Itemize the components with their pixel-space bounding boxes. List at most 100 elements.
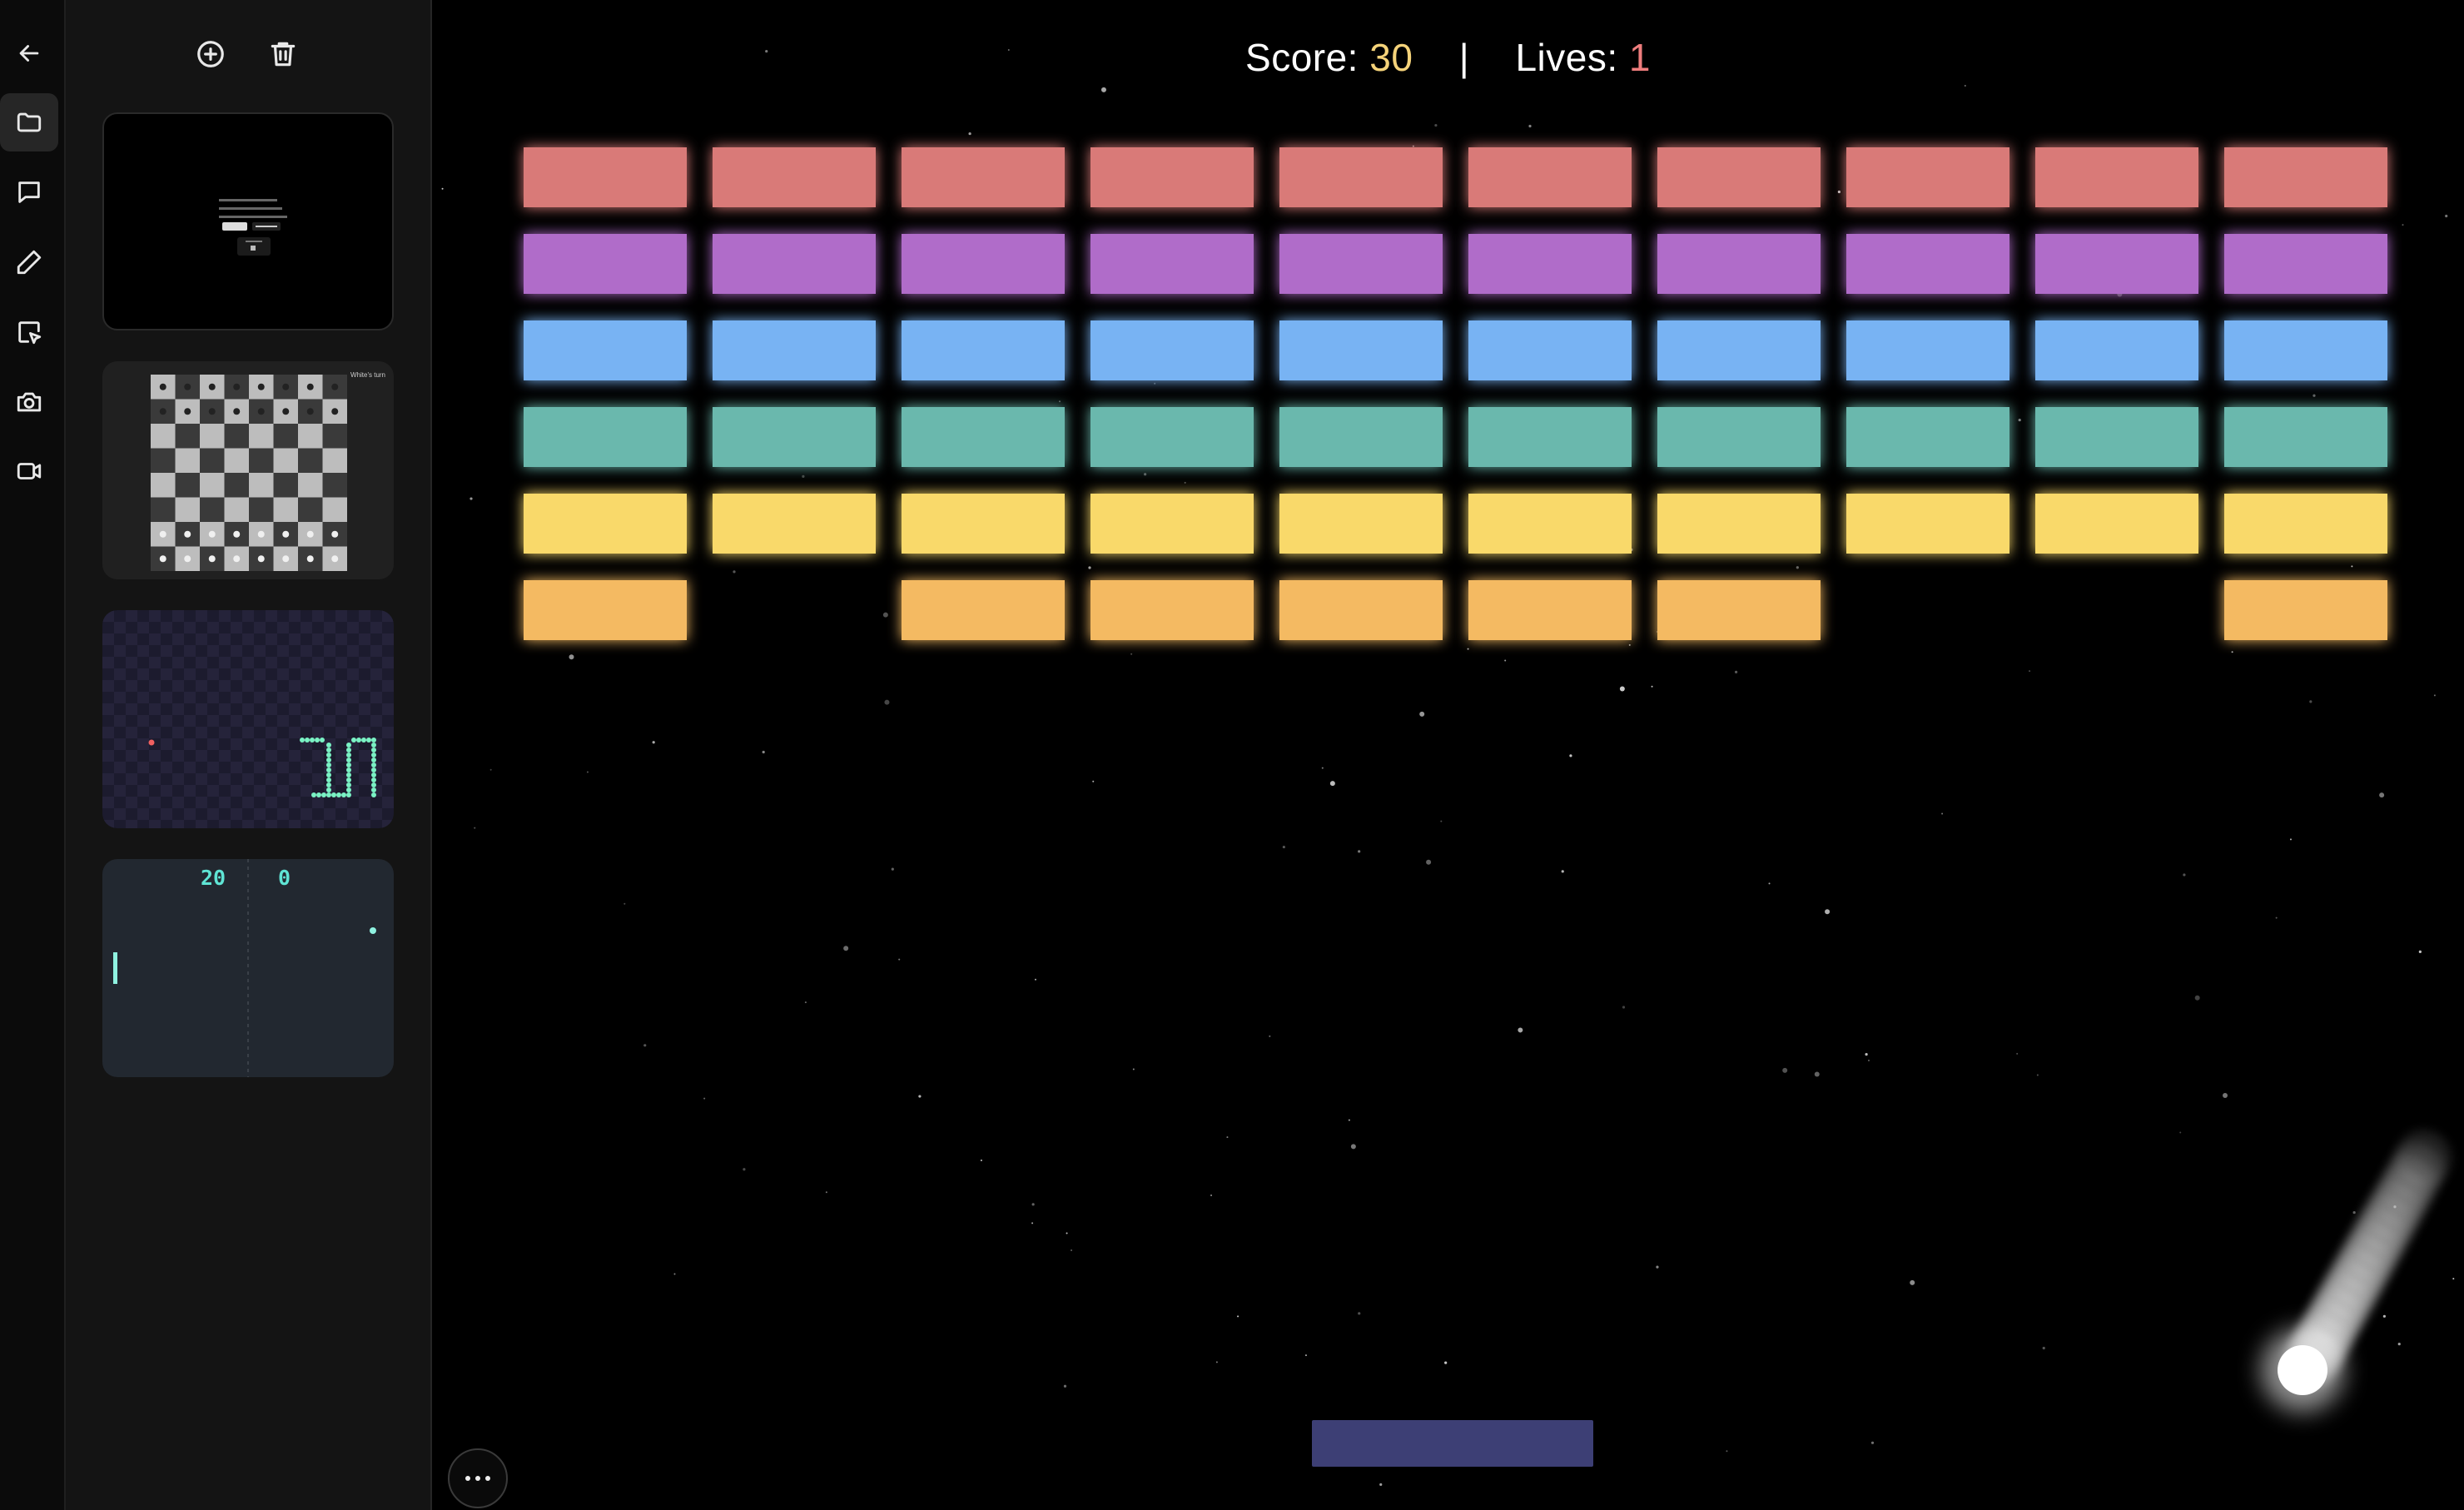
snake-grid-cell (207, 762, 219, 773)
chess-piece (257, 555, 265, 563)
snake-grid-cell (231, 762, 242, 773)
chess-piece (184, 408, 191, 415)
snake-grid-cell (184, 762, 196, 773)
snake-grid-cell (172, 680, 184, 692)
snake-segment (300, 738, 305, 743)
snake-segment (371, 787, 376, 792)
thumbnail-pong-game[interactable]: 20 0 (102, 859, 394, 1077)
snake-grid-cell (126, 657, 137, 668)
more-horizontal-icon (463, 1476, 493, 1481)
snake-grid-cell (172, 750, 184, 762)
snake-grid-cell (114, 668, 126, 680)
snake-grid-cell (289, 703, 301, 715)
snake-grid-cell (324, 668, 335, 680)
chess-piece (184, 530, 191, 538)
chess-piece (282, 408, 290, 415)
snake-segment (320, 738, 325, 743)
chat-bubble-icon (18, 181, 40, 203)
snake-grid-cell (335, 610, 347, 622)
snake-grid-cell (126, 750, 137, 762)
ball-with-trail (2261, 1130, 2452, 1412)
snake-segment (310, 738, 315, 743)
edit-button[interactable] (0, 233, 58, 291)
snake-segment (346, 753, 351, 757)
snake-grid-cell (149, 750, 161, 762)
chess-square (151, 424, 176, 449)
snake-grid-cell (126, 773, 137, 785)
snake-grid-cell (312, 773, 324, 785)
snake-grid-cell (242, 773, 254, 785)
snake-grid-cell (370, 668, 382, 680)
thumbnail-panel: White's turn 20 0 (66, 0, 432, 1510)
snake-grid-cell (242, 657, 254, 668)
chess-square (200, 473, 225, 498)
snake-grid-cell (114, 645, 126, 657)
pong-right-score: 0 (278, 866, 291, 890)
snake-grid-cell (102, 727, 114, 738)
chess-piece (184, 383, 191, 390)
add-button[interactable] (190, 33, 231, 75)
snake-grid-cell (254, 645, 266, 657)
snake-grid-cell (277, 808, 289, 820)
thumbnail-chess-game[interactable]: White's turn (102, 361, 394, 579)
back-button[interactable] (0, 24, 58, 82)
snake-grid-cell (172, 797, 184, 808)
snake-segment (371, 772, 376, 777)
breakout-game-canvas[interactable]: Score: 30 | Lives: 1 (432, 0, 2464, 1510)
snake-grid-cell (207, 808, 219, 820)
snake-grid-cell (382, 657, 394, 668)
snake-grid-cell (289, 680, 301, 692)
files-button[interactable] (0, 93, 58, 151)
snake-grid-cell (207, 785, 219, 797)
snake-segment (366, 738, 371, 743)
snake-grid-cell (102, 797, 114, 808)
select-button[interactable] (0, 303, 58, 361)
chess-piece (282, 530, 290, 538)
snake-grid-cell (161, 645, 172, 657)
pong-left-score: 20 (201, 866, 226, 890)
snake-grid-cell (301, 622, 312, 633)
snake-grid-cell (149, 657, 161, 668)
snake-grid-cell (335, 797, 347, 808)
chess-piece (208, 383, 216, 390)
chat-button[interactable] (0, 163, 58, 221)
more-options-button[interactable] (448, 1448, 508, 1508)
snake-grid-cell (149, 773, 161, 785)
chess-piece (233, 530, 241, 538)
snake-grid-cell (196, 703, 207, 715)
snake-grid-cell (324, 645, 335, 657)
chess-piece (208, 555, 216, 563)
thumbnail-text-document[interactable] (102, 112, 394, 330)
snake-grid-cell (184, 692, 196, 703)
snake-grid-cell (277, 645, 289, 657)
snake-grid-cell (301, 808, 312, 820)
record-button[interactable] (0, 442, 58, 500)
snake-grid-cell (370, 692, 382, 703)
snake-grid-cell (242, 703, 254, 715)
thumbnail-snake-game[interactable] (102, 610, 394, 828)
snake-grid-cell (242, 797, 254, 808)
chess-square (175, 497, 200, 522)
snake-segment (346, 777, 351, 782)
snake-grid-cell (184, 738, 196, 750)
snake-segment (346, 757, 351, 762)
snake-grid-cell (161, 762, 172, 773)
snake-grid-cell (184, 715, 196, 727)
chess-piece (306, 408, 314, 415)
snake-grid-cell (137, 645, 149, 657)
chess-square (151, 497, 176, 522)
snake-grid-cell (335, 773, 347, 785)
snake-grid-cell (161, 668, 172, 680)
screenshot-button[interactable] (0, 373, 58, 431)
paddle[interactable] (1312, 1420, 1593, 1467)
snake-grid-cell (370, 622, 382, 633)
snake-grid-cell (242, 820, 254, 828)
delete-button[interactable] (262, 33, 304, 75)
snake-grid-cell (254, 715, 266, 727)
snake-grid-cell (219, 773, 231, 785)
snake-grid-cell (359, 680, 370, 692)
snake-grid-cell (219, 633, 231, 645)
snake-grid-cell (359, 703, 370, 715)
snake-grid-cell (114, 715, 126, 727)
snake-grid-cell (172, 773, 184, 785)
